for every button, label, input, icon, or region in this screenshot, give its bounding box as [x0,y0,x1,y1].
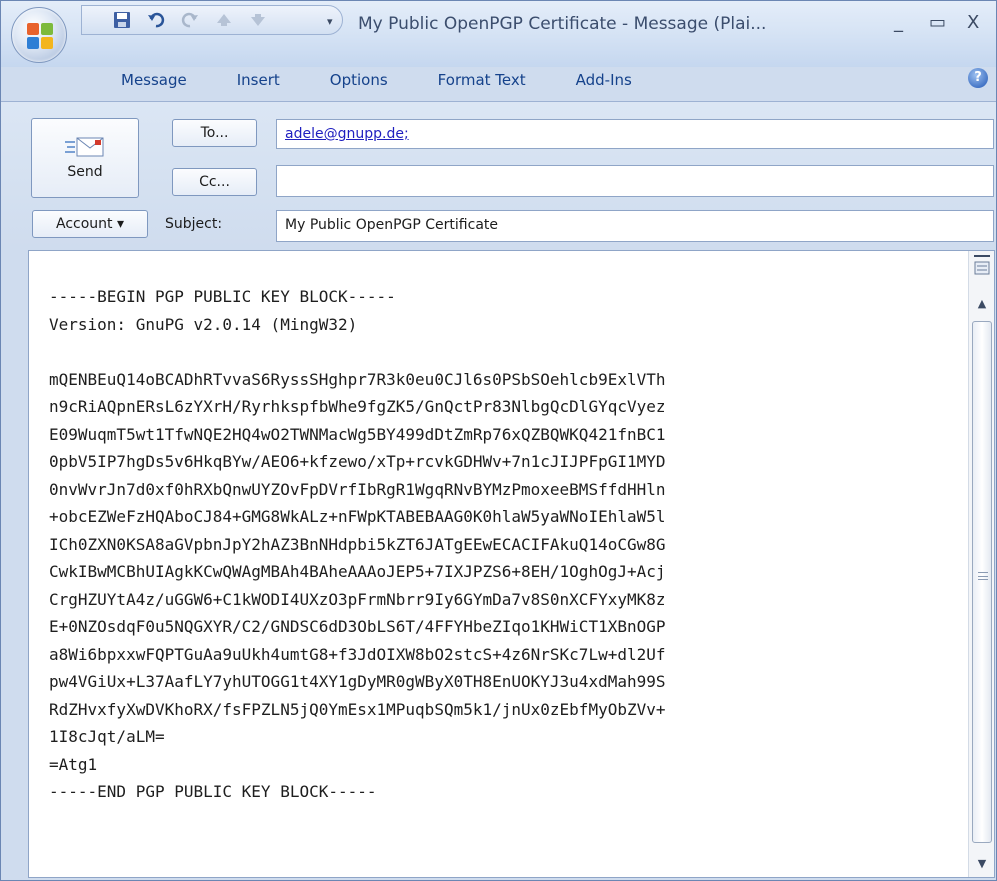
message-header: Send To... Cc... Account ▾ Subject: adel… [1,101,996,249]
scroll-down-arrow-icon[interactable]: ▼ [971,855,993,873]
tab-add-ins[interactable]: Add-Ins [576,71,632,89]
subject-label: Subject: [165,216,223,232]
vertical-scrollbar[interactable]: ▲ ▼ [968,251,994,877]
save-icon[interactable] [112,10,132,30]
body-line: CrgHZUYtA4z/uGGW6+C1kWODI4UXzO3pFrmNbrr9… [49,589,666,609]
body-line: +obcEZWeFzHQAboCJ84+GMG8WkALz+nFWpKTABEB… [49,507,666,526]
body-line: -----BEGIN PGP PUBLIC KEY BLOCK----- [49,287,396,306]
body-line: -----END PGP PUBLIC KEY BLOCK----- [49,782,377,801]
account-button[interactable]: Account ▾ [32,210,148,238]
office-button[interactable] [11,7,67,63]
previous-item-icon[interactable] [214,10,234,30]
body-line: CwkIBwMCBhUIAgkKCwQWAgMBAh4BAheAAAoJEP5+… [49,562,666,581]
body-line: E09WuqmT5wt1TfwNQE2HQ4wO2TWNMacWg5BY499d… [49,424,666,444]
window-title: My Public OpenPGP Certificate - Message … [358,14,767,34]
body-line: 0nvWvrJn7d0xf0hRXbQnwUYZOvFpDVrfIbRgR1Wg… [49,479,666,499]
body-line: Version: GnuPG v2.0.14 (MingW32) [49,314,358,334]
to-button[interactable]: To... [172,119,257,147]
message-body-text[interactable]: -----BEGIN PGP PUBLIC KEY BLOCK----- Vers… [49,283,969,806]
cc-field[interactable] [276,165,994,197]
tab-options[interactable]: Options [330,71,388,89]
body-line [49,338,969,366]
body-line: 1I8cJqt/aLM= [49,727,165,746]
body-line: a8Wi6bpxxwFQPTGuAa9uUkh4umtG8+f3JdOIXW8b… [49,644,666,664]
body-line: RdZHvxfyXwDVKhoRX/fsFPZLN5jQ0YmEsx1MPuqb… [49,699,666,719]
help-icon[interactable]: ? [968,68,988,88]
ruler-toggle-icon[interactable] [971,253,993,279]
send-label: Send [67,164,103,180]
quick-access-toolbar [81,5,343,35]
tab-format-text[interactable]: Format Text [438,71,526,89]
maximize-button[interactable]: ▭ [929,12,946,33]
next-item-icon[interactable] [248,10,268,30]
scrollbar-thumb[interactable] [972,321,992,843]
redo-icon[interactable] [180,10,200,30]
ribbon-tabs: Message Insert Options Format Text Add-I… [121,71,682,89]
body-line: mQENBEuQ14oBCADhRTvvaS6RyssSHghpr7R3k0eu… [49,369,666,389]
message-window: ▾ My Public OpenPGP Certificate - Messag… [0,0,997,881]
body-line: 0pbV5IP7hgDs5v6HkqBYw/AEO6+kfzewo/xTp+rc… [49,452,666,471]
body-line: n9cRiAQpnERsL6zYXrH/RyrhkspfbWhe9fgZK5/G… [49,397,666,416]
qat-customize-icon[interactable]: ▾ [327,15,333,28]
body-line: E+0NZOsdqF0u5NQGXYR/C2/GNDSC6dD3ObLS6T/4… [49,617,666,636]
title-bar: ▾ My Public OpenPGP Certificate - Messag… [1,1,996,67]
office-logo-icon [27,23,53,49]
undo-icon[interactable] [146,10,166,30]
body-line: ICh0ZXN0KSA8aGVpbnJpY2hAZ3BnNHdpbi5kZT6J… [49,534,666,554]
send-button[interactable]: Send [31,118,139,198]
close-button[interactable]: X [967,12,979,33]
scrollbar-grip-icon [978,572,988,580]
cc-button[interactable]: Cc... [172,168,257,196]
to-field[interactable]: adele@gnupp.de; [276,119,994,149]
minimize-button[interactable]: _ [894,12,903,33]
tab-insert[interactable]: Insert [237,71,280,89]
body-line: =Atg1 [49,754,98,774]
body-line: pw4VGiUx+L37AafLY7yhUTOGG1t4XY1gDyMR0gWB… [49,672,666,691]
send-envelope-icon [65,137,104,157]
scroll-up-arrow-icon[interactable]: ▲ [971,295,993,313]
message-body[interactable]: -----BEGIN PGP PUBLIC KEY BLOCK----- Vers… [28,250,995,878]
tab-message[interactable]: Message [121,71,187,89]
subject-field[interactable]: My Public OpenPGP Certificate [276,210,994,242]
